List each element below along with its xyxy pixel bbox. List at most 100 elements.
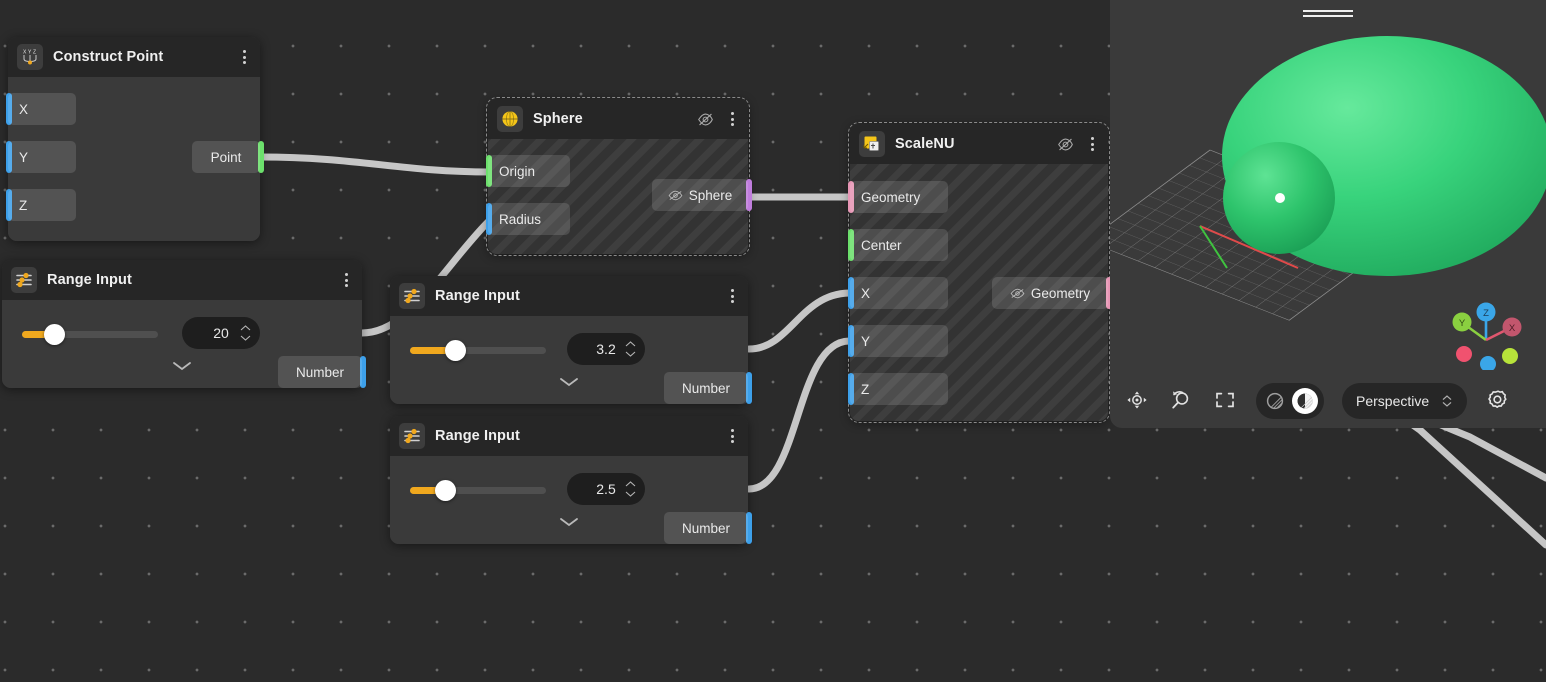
node-construct-point[interactable]: X Y Z Construct Point X (8, 37, 260, 241)
port-label: Z (861, 382, 869, 397)
input-port-y[interactable]: Y (8, 141, 76, 173)
node-menu-button[interactable] (724, 427, 740, 445)
node-body: X Y Z Point (8, 77, 260, 241)
port-label: Radius (499, 212, 541, 227)
number-field[interactable]: 2.5 (567, 473, 645, 505)
chevron-down-icon (625, 491, 636, 497)
node-header[interactable]: Sphere (488, 99, 748, 139)
input-port-x[interactable]: X (8, 93, 76, 125)
node-title: ScaleNU (895, 136, 955, 152)
slider-knob[interactable] (435, 480, 456, 501)
number-field[interactable]: 3.2 (567, 333, 645, 365)
range-slider[interactable] (22, 327, 158, 341)
node-body: 20 Number (2, 300, 362, 388)
slider-knob[interactable] (44, 324, 65, 345)
input-port-y[interactable]: Y (850, 325, 948, 357)
number-stepper[interactable] (625, 481, 636, 497)
input-port-geometry[interactable]: Geometry (850, 181, 948, 213)
node-body: Geometry Center X Y Z (850, 164, 1108, 421)
visibility-off-icon[interactable] (1057, 136, 1074, 153)
sliders-icon (11, 267, 37, 293)
port-label: Y (861, 334, 870, 349)
node-scalenu[interactable]: ScaleNU Geometry Center (850, 124, 1108, 421)
chevron-down-icon (171, 360, 193, 372)
number-value: 2.5 (596, 481, 615, 497)
node-body: 2.5 Number (390, 456, 748, 544)
range-slider[interactable] (410, 483, 546, 497)
slider-knob[interactable] (445, 340, 466, 361)
node-header[interactable]: ScaleNU (850, 124, 1108, 164)
input-port-z[interactable]: Z (850, 373, 948, 405)
node-sphere[interactable]: Sphere Origin Radius (488, 99, 748, 254)
visibility-off-icon (668, 189, 683, 202)
node-title: Range Input (435, 288, 520, 304)
output-port-sphere[interactable]: Sphere (652, 179, 748, 211)
wire-number25-to-y (749, 341, 849, 489)
node-menu-button[interactable] (724, 110, 740, 128)
node-header[interactable]: Range Input (2, 260, 362, 300)
node-menu-button[interactable] (236, 48, 252, 66)
visibility-off-icon (1010, 287, 1025, 300)
sphere-icon (497, 106, 523, 132)
camera-mode-select[interactable]: Perspective (1342, 383, 1467, 419)
node-title: Range Input (435, 428, 520, 444)
output-port-geometry[interactable]: Geometry (992, 277, 1108, 309)
frame-selection-icon[interactable] (1212, 388, 1238, 414)
wireframe-icon (1265, 391, 1285, 411)
axis-gizmo[interactable]: Z Y X (1442, 292, 1528, 370)
node-header[interactable]: Range Input (390, 276, 748, 316)
node-range-input-3[interactable]: Range Input 2.5 (390, 416, 748, 544)
node-header[interactable]: X Y Z Construct Point (8, 37, 260, 77)
expand-button[interactable] (2, 360, 362, 372)
port-label: Y (19, 150, 28, 165)
wire-number32-to-x (749, 293, 849, 349)
sliders-icon (399, 283, 425, 309)
output-port-point[interactable]: Point (192, 141, 260, 173)
expand-button[interactable] (390, 516, 748, 528)
xyz-point-icon: X Y Z (17, 44, 43, 70)
number-stepper[interactable] (240, 325, 251, 341)
port-label: Sphere (689, 188, 733, 203)
viewport-toolbar: Perspective (1110, 374, 1546, 428)
chevron-updown-icon (1441, 393, 1453, 409)
chevron-down-icon (240, 335, 251, 341)
input-port-center[interactable]: Center (850, 229, 948, 261)
port-label: Point (211, 150, 242, 165)
input-port-radius[interactable]: Radius (488, 203, 570, 235)
solid-shading-button[interactable] (1292, 388, 1318, 414)
port-label: X (861, 286, 870, 301)
visibility-off-icon[interactable] (697, 111, 714, 128)
node-header[interactable]: Range Input (390, 416, 748, 456)
node-range-input-1[interactable]: Range Input 20 (2, 260, 362, 388)
node-body: Origin Radius Sphere (488, 139, 748, 254)
camera-mode-label: Perspective (1356, 393, 1429, 409)
wireframe-shading-button[interactable] (1262, 388, 1288, 414)
node-range-input-2[interactable]: Range Input 3.2 (390, 276, 748, 404)
node-menu-button[interactable] (1084, 135, 1100, 153)
orbit-tool-icon[interactable] (1124, 388, 1150, 414)
number-value: 3.2 (596, 341, 615, 357)
port-label: Geometry (1031, 286, 1090, 301)
port-label: Z (19, 198, 27, 213)
chevron-down-icon (625, 351, 636, 357)
number-stepper[interactable] (625, 341, 636, 357)
gizmo-z-label: Z (1483, 308, 1489, 319)
viewport-3d[interactable]: Z Y X (1110, 0, 1546, 428)
chevron-up-icon (240, 325, 251, 331)
number-value: 20 (213, 325, 229, 341)
svg-text:Y: Y (28, 50, 32, 56)
number-field[interactable]: 20 (182, 317, 260, 349)
chevron-down-icon (558, 516, 580, 528)
input-port-x[interactable]: X (850, 277, 948, 309)
node-menu-button[interactable] (338, 271, 354, 289)
range-slider[interactable] (410, 343, 546, 357)
gear-icon[interactable] (1485, 388, 1511, 414)
input-port-origin[interactable]: Origin (488, 155, 570, 187)
node-menu-button[interactable] (724, 287, 740, 305)
zoom-tool-icon[interactable] (1168, 388, 1194, 414)
sliders-icon (399, 423, 425, 449)
input-port-z[interactable]: Z (8, 189, 76, 221)
expand-button[interactable] (390, 376, 748, 388)
solid-shading-icon (1295, 391, 1315, 411)
node-title: Range Input (47, 272, 132, 288)
